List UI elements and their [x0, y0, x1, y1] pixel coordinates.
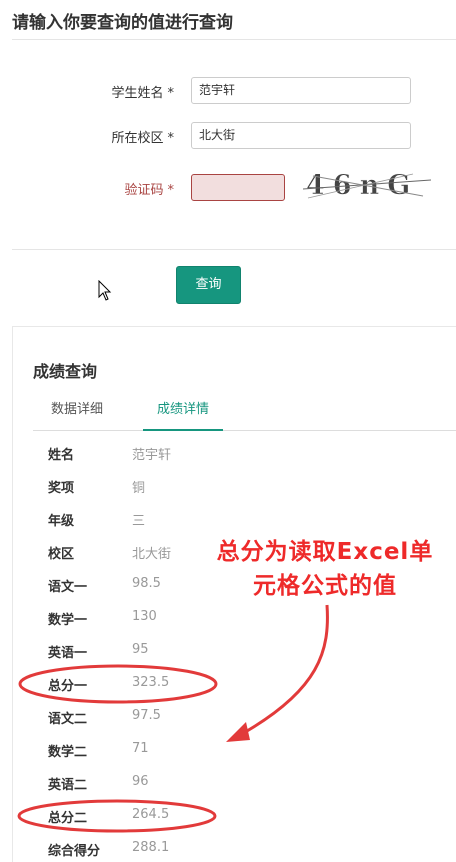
student-name-row: 学生姓名 * 范宇轩	[0, 77, 456, 105]
campus-row: 所在校区 * 北大街	[0, 122, 456, 150]
tab-score-detail[interactable]: 成绩详情	[143, 397, 223, 431]
divider	[12, 39, 456, 40]
captcha-label: 验证码 *	[124, 183, 174, 198]
detail-row: 数学二 71	[48, 741, 149, 760]
detail-row: 英语二 96	[48, 774, 149, 793]
detail-row: 年级三	[48, 514, 146, 529]
captcha-input[interactable]	[191, 174, 285, 201]
detail-row: 奖项铜	[48, 481, 146, 496]
page-title: 请输入你要查询的值进行查询	[12, 13, 233, 33]
divider	[12, 249, 456, 250]
detail-row: 总分一 323.5	[48, 675, 170, 694]
tab-data-detail[interactable]: 数据详细	[51, 397, 103, 431]
student-name-label: 学生姓名 *	[111, 86, 174, 101]
student-name-input[interactable]: 范宇轩	[191, 77, 411, 104]
campus-label: 所在校区 *	[111, 131, 174, 146]
query-button[interactable]: 查询	[176, 266, 241, 304]
detail-row: 总分二 264.5	[48, 807, 170, 826]
captcha-image[interactable]: 46nG	[303, 168, 431, 202]
detail-row: 姓名 范宇轩	[48, 448, 172, 463]
detail-row: 综合得分 288.1	[48, 840, 170, 859]
result-tabs: 数据详细 成绩详情	[33, 397, 456, 431]
detail-row: 语文二 97.5	[48, 708, 161, 727]
detail-row: 英语一 95	[48, 642, 149, 661]
annotation-text: 总分为读取Excel单 元格公式的值	[216, 539, 434, 599]
detail-row: 数学一 130	[48, 609, 157, 628]
campus-input[interactable]: 北大街	[191, 122, 411, 149]
mouse-cursor-icon	[98, 280, 112, 301]
result-title: 成绩查询	[33, 362, 98, 381]
